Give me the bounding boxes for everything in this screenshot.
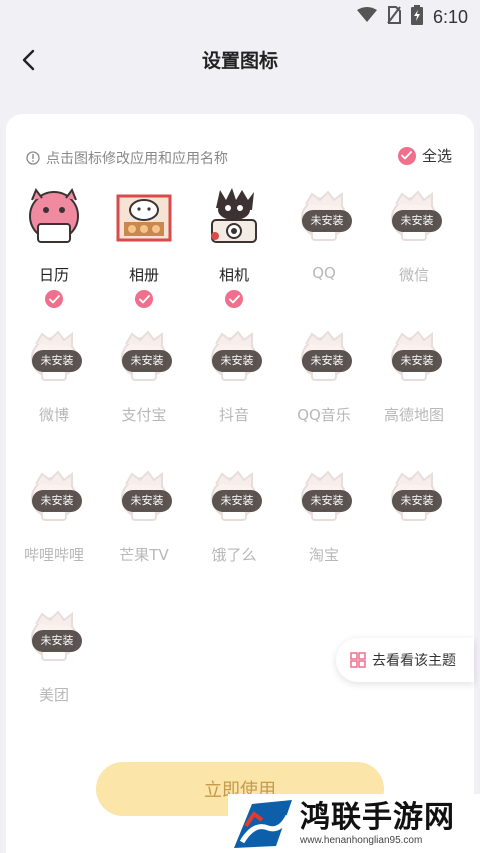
watermark-url: www.henanhonglian95.com [300, 835, 423, 846]
not-installed-badge: 未安装 [122, 350, 172, 372]
grid-icon [350, 652, 366, 668]
not-installed-badge: 未安装 [122, 490, 172, 512]
app-label: QQ [312, 264, 336, 282]
eleme-app-icon: 未安装 [204, 466, 264, 526]
check-icon[interactable] [45, 290, 63, 308]
wifi-icon [356, 7, 377, 27]
app-label: 抖音 [218, 406, 249, 424]
wechat-app-icon: 未安装 [384, 186, 444, 246]
app-label: 高德地图 [383, 406, 444, 424]
douyin-app-icon: 未安装 [204, 326, 264, 386]
app-tile[interactable]: 相册 [99, 186, 189, 316]
app-label: 微博 [38, 406, 69, 424]
no-sim-icon [387, 6, 401, 28]
taobao-app-icon: 未安装 [294, 466, 354, 526]
view-theme-button[interactable]: 去看看该主题 [336, 638, 474, 682]
app-label: 哔哩哔哩 [23, 546, 84, 564]
top-nav: 设置图标 [0, 34, 480, 86]
app-tile[interactable]: 相机 [189, 186, 279, 316]
app-label: 支付宝 [121, 406, 167, 424]
not-installed-badge: 未安装 [302, 210, 352, 232]
battery-charging-icon [410, 5, 423, 29]
meituan-app-icon: 未安装 [24, 606, 84, 666]
app-tile[interactable]: 未安装微信 [369, 186, 459, 316]
select-all-label: 全选 [421, 147, 452, 165]
app-tile[interactable]: 未安装哔哩哔哩 [9, 466, 99, 596]
page-title: 设置图标 [201, 50, 278, 72]
not-installed-badge: 未安装 [32, 350, 82, 372]
not-installed-badge: 未安装 [302, 490, 352, 512]
app-tile[interactable]: 日历 [9, 186, 99, 316]
app-label: 饿了么 [211, 546, 257, 564]
app-label: 相册 [128, 266, 159, 284]
alipay-app-icon: 未安装 [114, 326, 174, 386]
not-installed-badge: 未安装 [392, 210, 442, 232]
app-label: QQ音乐 [297, 406, 351, 424]
calendar-app-icon [24, 186, 84, 246]
amap-app-icon: 未安装 [384, 326, 444, 386]
app-tile[interactable]: 未安装抖音 [189, 326, 279, 456]
status-bar: 6:10 [0, 0, 480, 34]
not-installed-badge: 未安装 [302, 350, 352, 372]
app-label: 芒果TV [119, 546, 169, 564]
camera-app-icon [204, 186, 264, 246]
hint-row: 点击图标修改应用和应用名称 [26, 148, 228, 168]
watermark: 鸿联手游网 www.henanhonglian95.com [228, 794, 480, 853]
check-icon[interactable] [225, 290, 243, 308]
not-installed-badge: 未安装 [392, 490, 442, 512]
app-tile[interactable]: 未安装淘宝 [279, 466, 369, 596]
status-icons: 6:10 [356, 5, 468, 29]
info-icon [26, 151, 40, 165]
qq-app-icon: 未安装 [294, 186, 354, 246]
check-icon [397, 146, 416, 165]
app-tile[interactable]: 未安装 QQ [279, 186, 369, 316]
app-icon: 未安装 [384, 466, 444, 526]
app-label: 微信 [398, 266, 429, 284]
not-installed-badge: 未安装 [392, 350, 442, 372]
app-tile[interactable]: 未安装 支付宝 [99, 326, 189, 456]
app-tile[interactable]: 未安装 [369, 466, 459, 596]
check-icon[interactable] [135, 290, 153, 308]
not-installed-badge: 未安装 [32, 630, 82, 652]
not-installed-badge: 未安装 [212, 350, 262, 372]
status-time: 6:10 [432, 6, 468, 27]
app-tile[interactable]: 未安装芒果TV [99, 466, 189, 596]
weibo-app-icon: 未安装 [24, 326, 84, 386]
watermark-logo [234, 799, 292, 848]
app-tile[interactable]: 未安装 饿了么 [189, 466, 279, 596]
app-label: 美团 [38, 686, 69, 704]
app-tile[interactable]: 未安装微博 [9, 326, 99, 456]
select-all-toggle[interactable]: 全选 [397, 145, 452, 166]
not-installed-badge: 未安装 [32, 490, 82, 512]
app-tile[interactable]: 未安装高德地图 [369, 326, 459, 456]
app-label: 日历 [38, 266, 69, 284]
qq-music-app-icon: 未安装 [294, 326, 354, 386]
photo-album-app-icon [114, 186, 174, 246]
app-tile[interactable]: 未安装 QQ音乐 [279, 326, 369, 456]
mango-tv-app-icon: 未安装 [114, 466, 174, 526]
app-label: 淘宝 [308, 546, 339, 564]
bilibili-app-icon: 未安装 [24, 466, 84, 526]
icon-settings-panel: 点击图标修改应用和应用名称 全选 日历 相册 相机 未安装 QQ 未安装 微信 未安装 微博 未安… [6, 114, 474, 853]
view-theme-label: 去看看该主题 [372, 653, 456, 669]
app-tile[interactable]: 未安装美团 [9, 606, 99, 736]
not-installed-badge: 未安装 [212, 490, 262, 512]
app-label: 相机 [218, 266, 249, 284]
watermark-text: 鸿联手游网 [300, 800, 455, 835]
hint-text: 点击图标修改应用和应用名称 [46, 151, 228, 167]
